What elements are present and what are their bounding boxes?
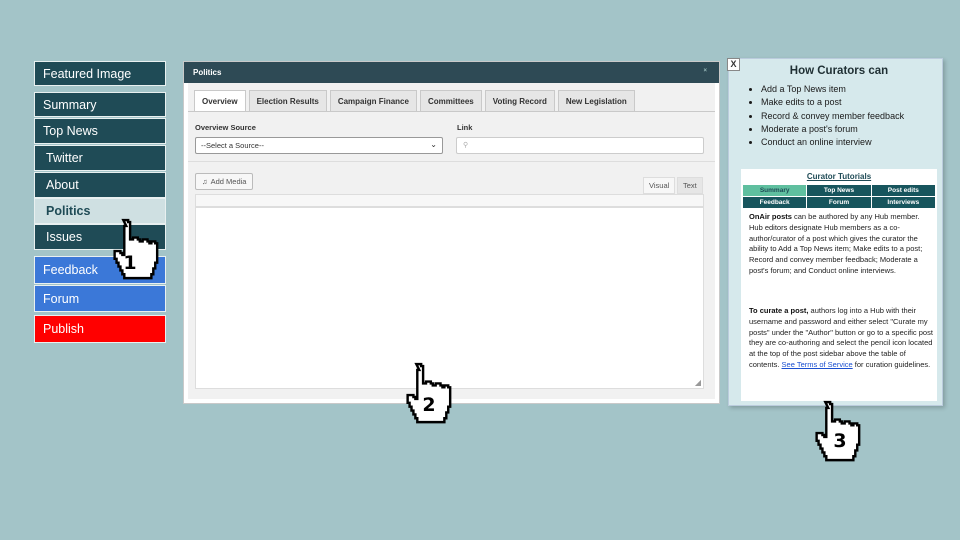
select-value: --Select a Source-- [201, 141, 264, 150]
sidebar-item-publish[interactable]: Publish [34, 315, 166, 343]
link-icon: ⚲ [463, 142, 469, 149]
description-paragraph: OnAir posts can be authored by any Hub m… [749, 212, 933, 277]
sidebar-item-featured-image[interactable]: Featured Image [34, 61, 166, 86]
curators-bullet-list: Add a Top News item Make edits to a post… [761, 83, 904, 149]
divider [188, 161, 715, 162]
sidebar-item-label: Issues [46, 230, 83, 244]
link-input[interactable]: ⚲ [456, 137, 704, 154]
tab-feedback[interactable]: Feedback [743, 197, 807, 208]
tab-new-legislation[interactable]: New Legislation [557, 90, 635, 112]
list-item: Conduct an online interview [761, 136, 904, 149]
pointer-number: 2 [422, 394, 436, 416]
add-media-label: Add Media [210, 177, 247, 186]
tutorial-tabs: Summary Top News Post edits Feedback For… [743, 185, 935, 208]
curator-tutorials: Curator Tutorials Summary Top News Post … [741, 169, 937, 401]
sidebar-item-label: Twitter [46, 151, 83, 165]
sidebar-item-label: Publish [43, 322, 84, 336]
bold-text: To curate a post, [749, 306, 809, 315]
tab-text[interactable]: Text [677, 177, 703, 194]
pointer-hand-icon: 2 [397, 358, 455, 428]
tab-overview[interactable]: Overview [194, 90, 246, 112]
pointer-hand-icon: 1 [104, 214, 162, 284]
sidebar-item-label: Forum [43, 291, 80, 306]
tab-visual[interactable]: Visual [643, 177, 676, 194]
overview-source-select[interactable]: --Select a Source-- ⌄ [195, 137, 443, 154]
bold-text: OnAir posts [749, 212, 792, 221]
editor-toolbar [195, 194, 704, 207]
tab-divider [188, 111, 715, 112]
sidebar-item-label: Top News [43, 124, 98, 138]
sidebar-item-label: About [46, 178, 79, 192]
sidebar-item-top-news[interactable]: Top News [34, 118, 166, 144]
close-icon[interactable]: × [703, 68, 707, 74]
paragraph-text: can be authored by any Hub member. Hub e… [749, 212, 923, 275]
link-label: Link [457, 123, 473, 132]
sidebar-item-summary[interactable]: Summary [34, 92, 166, 117]
tab-committees[interactable]: Committees [419, 90, 482, 112]
sidebar-item-label: Featured Image [43, 66, 132, 81]
tab-forum[interactable]: Forum [807, 197, 871, 208]
curators-title: How Curators can [789, 65, 889, 77]
sidebar-item-twitter[interactable]: Twitter [34, 145, 166, 171]
paragraph-text: for curation guidelines. [852, 359, 931, 369]
tab-election-results[interactable]: Election Results [248, 90, 327, 112]
instructions-paragraph: To curate a post, authors log into a Hub… [749, 306, 933, 371]
sidebar-item-label: Summary [43, 97, 97, 112]
tab-campaign-finance[interactable]: Campaign Finance [329, 90, 417, 112]
editor-tabs: Overview Election Results Campaign Finan… [194, 90, 635, 112]
resize-handle-icon[interactable]: ◢ [695, 378, 701, 387]
politics-editor-panel: Politics × Overview Election Results Cam… [183, 61, 720, 404]
editor-titlebar: Politics × [184, 62, 719, 83]
sidebar-item-label: Politics [46, 204, 91, 218]
chevron-down-icon: ⌄ [430, 140, 437, 149]
tab-interviews[interactable]: Interviews [871, 197, 935, 208]
tab-summary[interactable]: Summary [743, 185, 807, 196]
pointer-hand-icon: 3 [806, 396, 864, 466]
list-item: Record & convey member feedback [761, 110, 904, 123]
tutorials-title-link[interactable]: Curator Tutorials [741, 172, 937, 181]
list-item: Make edits to a post [761, 96, 904, 109]
terms-of-service-link[interactable]: See Terms of Service [782, 360, 853, 369]
overview-source-label: Overview Source [195, 123, 256, 132]
tab-top-news[interactable]: Top News [807, 185, 871, 196]
tab-post-edits[interactable]: Post edits [871, 185, 935, 196]
add-media-button[interactable]: ♫ Add Media [195, 173, 254, 190]
pointer-number: 3 [833, 430, 847, 452]
curators-panel: X How Curators can Add a Top News item M… [727, 58, 943, 406]
pointer-number: 1 [123, 252, 137, 274]
curators-summary: How Curators can Add a Top News item Mak… [741, 59, 937, 169]
close-button[interactable]: X [727, 58, 740, 71]
sidebar-item-about[interactable]: About [34, 172, 166, 198]
sidebar-item-label: Feedback [43, 263, 98, 277]
tab-voting-record[interactable]: Voting Record [484, 90, 555, 112]
editor-body: Overview Election Results Campaign Finan… [188, 83, 715, 399]
list-item: Add a Top News item [761, 83, 904, 96]
list-item: Moderate a post's forum [761, 123, 904, 136]
editor-title: Politics [193, 68, 222, 77]
media-icon: ♫ [202, 177, 208, 186]
